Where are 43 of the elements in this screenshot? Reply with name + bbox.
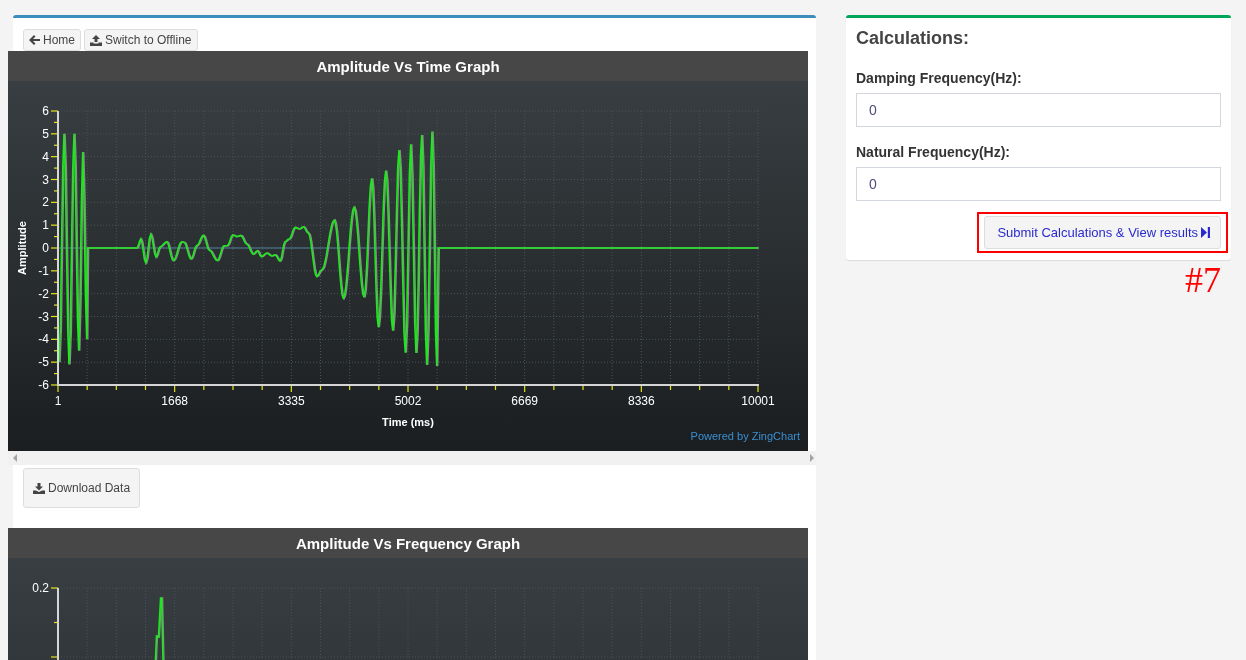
powered-by-link[interactable]: Powered by ZingChart xyxy=(690,430,800,442)
x-tick-label: 3335 xyxy=(278,394,305,408)
y-axis-title: Amplitude xyxy=(16,221,28,275)
chart-title: Amplitude Vs Frequency Graph xyxy=(295,534,521,552)
y-tick-label: 0.2 xyxy=(32,581,49,595)
x-tick-label: 1 xyxy=(54,394,62,408)
y-tick-label: -5 xyxy=(38,355,49,370)
y-tick-label: 5 xyxy=(42,126,49,141)
download-icon xyxy=(33,482,45,494)
switch-offline-button[interactable]: Switch to Offline xyxy=(84,29,198,51)
input-field[interactable]: 0 xyxy=(856,167,1221,201)
x-tick-label: 5002 xyxy=(394,394,422,408)
y-tick-label: 1 xyxy=(42,218,49,233)
y-tick-label: -3 xyxy=(38,309,49,324)
submit-button[interactable]: Submit Calculations & View results xyxy=(984,216,1221,249)
home-button[interactable]: Home xyxy=(23,29,81,51)
y-tick-label: -4 xyxy=(38,332,49,347)
y-tick-label: 2 xyxy=(42,195,49,210)
scroll-left-icon[interactable] xyxy=(13,454,17,462)
spectrum-line xyxy=(154,597,165,660)
y-tick-label: 3 xyxy=(42,172,49,187)
field-label: Damping Frequency(Hz): xyxy=(856,69,1022,88)
scroll-right-icon[interactable] xyxy=(810,454,814,462)
step-forward-icon xyxy=(1201,227,1210,238)
x-axis-title: Time (ms) xyxy=(382,416,434,428)
annotation-label: #7 xyxy=(1185,263,1221,297)
x-tick-label: 1668 xyxy=(161,394,188,408)
input-field[interactable]: 0 xyxy=(856,93,1221,127)
panel-title: Calculations: xyxy=(856,28,970,48)
upload-icon xyxy=(90,34,102,46)
y-tick-label: -2 xyxy=(38,286,49,301)
y-tick-label: -1 xyxy=(38,263,49,278)
arrow-left-icon xyxy=(29,35,40,45)
x-tick-label: 8336 xyxy=(628,394,655,408)
y-tick-label: 6 xyxy=(42,104,49,118)
x-tick-label: 6669 xyxy=(511,394,538,408)
y-tick-label: -6 xyxy=(38,378,49,392)
y-tick-label: 0 xyxy=(42,241,49,255)
x-tick-label: 10001 xyxy=(741,394,775,408)
download-button[interactable]: Download Data xyxy=(23,468,141,508)
chart-title: Amplitude Vs Time Graph xyxy=(316,57,500,75)
y-tick-label: 4 xyxy=(42,149,49,164)
field-label: Natural Frequency(Hz): xyxy=(856,143,1011,162)
